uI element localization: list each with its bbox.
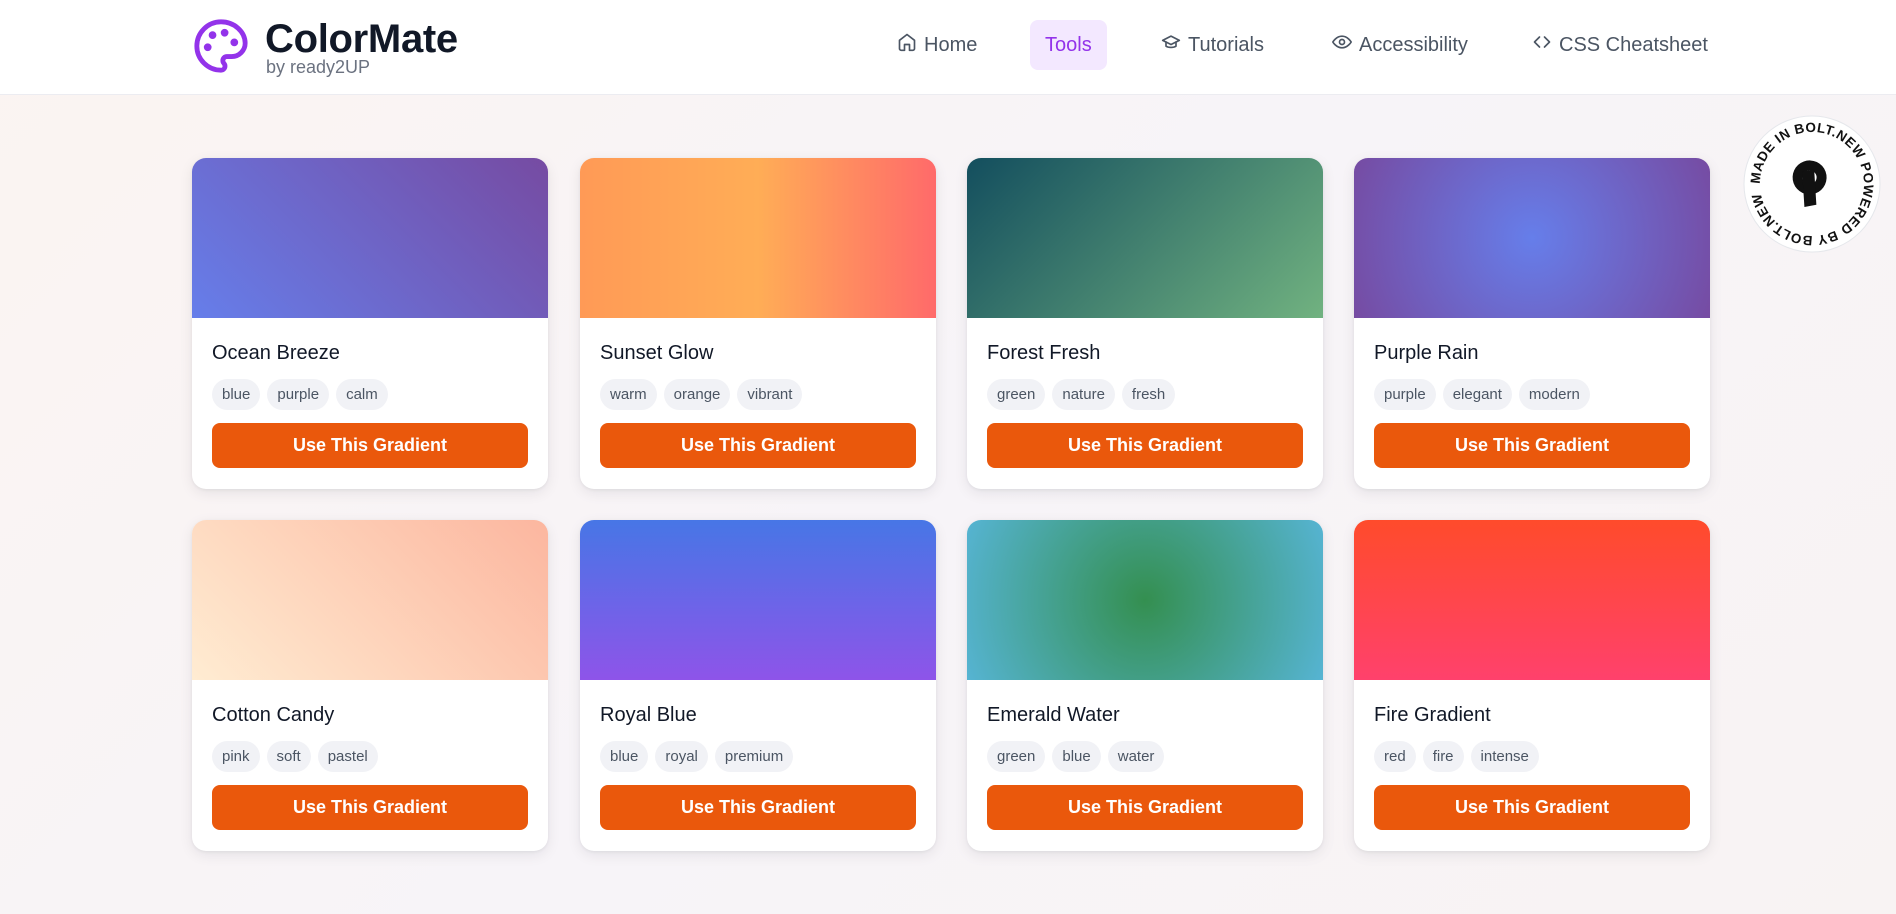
tag: fire [1422,741,1464,772]
gradient-card: Fire Gradient red fire intense Use This … [1354,520,1710,851]
nav-accessibility[interactable]: Accessibility [1317,20,1483,70]
graduation-cap-icon [1161,32,1181,58]
use-gradient-button[interactable]: Use This Gradient [600,423,916,468]
use-gradient-button[interactable]: Use This Gradient [987,423,1303,468]
nav-accessibility-label: Accessibility [1359,33,1468,56]
tag: red [1374,741,1416,772]
tag: calm [336,379,388,410]
nav-css-cheatsheet[interactable]: CSS Cheatsheet [1517,20,1723,70]
use-gradient-button[interactable]: Use This Gradient [212,785,528,830]
top-navbar: ColorMate by ready2UP Home Tools Tutoria… [0,0,1896,95]
tag: nature [1052,379,1115,410]
gradient-name: Fire Gradient [1374,704,1491,726]
brand-subtitle: by ready2UP [266,57,371,77]
tag: blue [600,741,649,772]
nav-tutorials-label: Tutorials [1188,33,1264,56]
home-icon [897,32,917,58]
gradient-card: Sunset Glow warm orange vibrant Use This… [580,158,936,489]
tag: green [987,379,1046,410]
tag: premium [714,741,794,772]
gradient-name: Royal Blue [600,704,697,726]
tag-list: purple elegant modern [1374,379,1590,410]
tag-list: green blue water [987,741,1165,772]
tag: elegant [1442,379,1512,410]
tag: purple [267,379,330,410]
tag: blue [1052,741,1101,772]
nav-home-label: Home [924,33,978,56]
gradient-swatch[interactable] [192,158,548,318]
use-gradient-button[interactable]: Use This Gradient [987,785,1303,830]
gradient-swatch[interactable] [580,520,936,680]
tag: vibrant [737,379,803,410]
use-gradient-button[interactable]: Use This Gradient [1374,785,1690,830]
nav-css-cheatsheet-label: CSS Cheatsheet [1559,33,1708,56]
tag: modern [1518,379,1590,410]
brand-title: ColorMate [265,17,458,61]
gradient-swatch[interactable] [967,158,1323,318]
gradient-name: Forest Fresh [987,342,1101,364]
code-icon [1532,32,1552,58]
gradient-swatch[interactable] [1354,158,1710,318]
gradient-swatch[interactable] [192,520,548,680]
tag-list: red fire intense [1374,741,1539,772]
tag: royal [655,741,708,772]
tag: intense [1470,741,1539,772]
tag: green [987,741,1046,772]
tag-list: blue royal premium [600,741,794,772]
tag-list: green nature fresh [987,379,1176,410]
eye-icon [1332,32,1352,58]
use-gradient-button[interactable]: Use This Gradient [212,423,528,468]
tag-list: warm orange vibrant [600,379,803,410]
gradient-card: Purple Rain purple elegant modern Use Th… [1354,158,1710,489]
gradient-name: Emerald Water [987,704,1120,726]
gradient-name: Sunset Glow [600,342,714,364]
use-gradient-button[interactable]: Use This Gradient [1374,423,1690,468]
tag: soft [266,741,311,772]
tag: warm [600,379,657,410]
bolt-badge[interactable]: MADE IN BOLT.NEW POWERED BY BOLT.NEW [1741,113,1883,255]
palette-icon [192,17,250,75]
gradient-card: Emerald Water green blue water Use This … [967,520,1323,851]
nav-tools-label: Tools [1045,33,1092,56]
gradient-swatch[interactable] [580,158,936,318]
nav-home[interactable]: Home [882,20,992,70]
tag: pastel [317,741,378,772]
nav-tutorials[interactable]: Tutorials [1146,20,1279,70]
tag-list: pink soft pastel [212,741,378,772]
tag: fresh [1121,379,1176,410]
gradient-card: Forest Fresh green nature fresh Use This… [967,158,1323,489]
gradient-card: Ocean Breeze blue purple calm Use This G… [192,158,548,489]
tag: orange [663,379,731,410]
tag: pink [212,741,260,772]
gradient-name: Cotton Candy [212,704,335,726]
gradient-card: Royal Blue blue royal premium Use This G… [580,520,936,851]
tag: blue [212,379,261,410]
tag: purple [1374,379,1436,410]
tag-list: blue purple calm [212,379,388,410]
gradient-swatch[interactable] [967,520,1323,680]
use-gradient-button[interactable]: Use This Gradient [600,785,916,830]
tag: water [1107,741,1165,772]
gradient-name: Ocean Breeze [212,342,340,364]
gradient-name: Purple Rain [1374,342,1479,364]
nav-tools[interactable]: Tools [1030,20,1107,70]
gradient-card: Cotton Candy pink soft pastel Use This G… [192,520,548,851]
gradient-swatch[interactable] [1354,520,1710,680]
